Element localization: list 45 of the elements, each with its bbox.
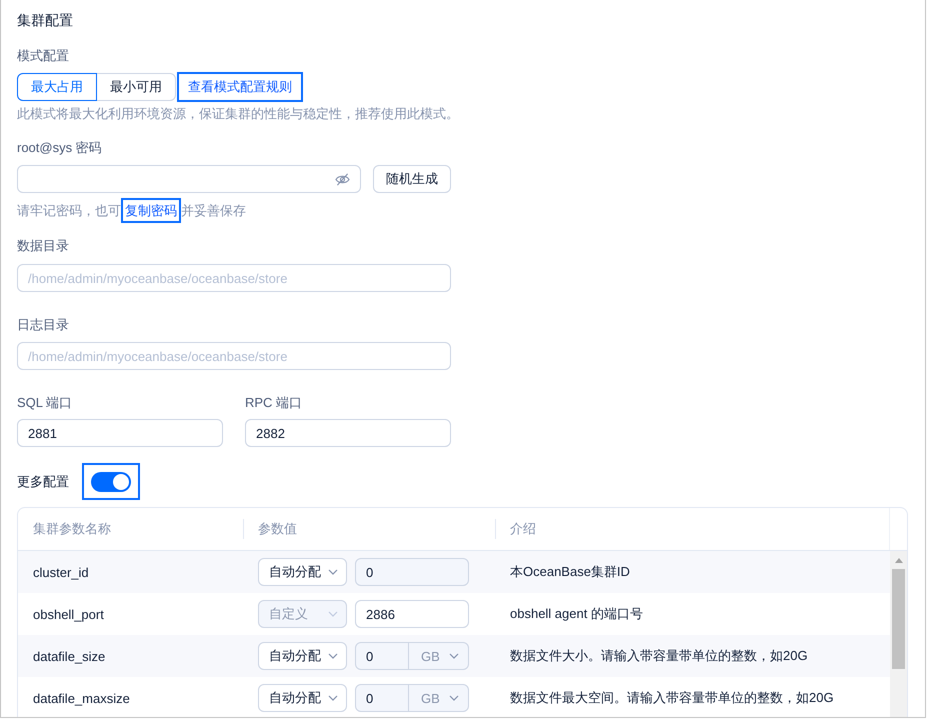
toggle-switch[interactable] xyxy=(91,472,131,492)
password-field[interactable] xyxy=(17,165,361,193)
rules-link[interactable]: 查看模式配置规则 xyxy=(177,72,303,102)
eye-slash-icon[interactable] xyxy=(335,172,350,186)
scrollbar-thumb[interactable] xyxy=(892,569,905,669)
port-field[interactable]: 2881 xyxy=(17,419,223,447)
parameter-description: obshell agent 的端口号 xyxy=(510,605,643,623)
chevron-down-icon xyxy=(449,695,459,701)
field-label: 模式配置 xyxy=(17,47,69,65)
chevron-down-icon xyxy=(328,653,338,659)
mode-select[interactable]: 自动分配 xyxy=(258,642,347,670)
copy-password-link[interactable]: 复制密码 xyxy=(121,198,181,223)
mode-option[interactable]: 最小可用 xyxy=(96,73,176,101)
parameter-description: 数据文件最大空间。请输入带容量带单位的整数，如20G xyxy=(510,689,834,707)
field-label: 数据目录 xyxy=(17,237,69,255)
parameter-name: obshell_port xyxy=(33,606,104,622)
chevron-down-icon xyxy=(328,611,338,617)
directory-field[interactable]: /home/admin/myoceanbase/oceanbase/store xyxy=(17,342,451,370)
field-label: RPC 端口 xyxy=(245,394,304,412)
column-header: 介绍 xyxy=(510,520,536,538)
column-header: 参数值 xyxy=(258,520,297,538)
parameter-name: datafile_size xyxy=(33,648,106,664)
scroll-up-arrow-icon[interactable] xyxy=(894,558,902,563)
parameter-name: datafile_maxsize xyxy=(33,690,130,706)
parameter-description: 本OceanBase集群ID xyxy=(510,563,630,581)
generate-button[interactable]: 随机生成 xyxy=(373,165,451,193)
chevron-down-icon xyxy=(328,695,338,701)
chevron-down-icon xyxy=(449,653,459,659)
value-field[interactable]: 2886 xyxy=(355,600,469,628)
mode-select[interactable]: 自动分配 xyxy=(258,558,347,586)
column-header: 集群参数名称 xyxy=(33,520,111,538)
section-title: 集群配置 xyxy=(17,11,73,30)
field-label: SQL 端口 xyxy=(17,394,74,412)
parameter-name: cluster_id xyxy=(33,564,89,580)
mode-select[interactable]: 自动分配 xyxy=(258,684,347,712)
field-label: root@sys 密码 xyxy=(17,139,102,157)
mode-description: 此模式将最大化利用环境资源，保证集群的性能与稳定性，推荐使用此模式。 xyxy=(17,105,459,123)
chevron-down-icon xyxy=(328,569,338,575)
scrollbar[interactable] xyxy=(890,551,907,717)
parameter-description: 数据文件大小。请输入带容量带单位的整数，如20G xyxy=(510,647,808,665)
mode-option[interactable]: 最大占用 xyxy=(17,73,97,101)
more-config-label: 更多配置 xyxy=(17,472,69,490)
field-label: 日志目录 xyxy=(17,316,69,334)
port-field[interactable]: 2882 xyxy=(245,419,451,447)
directory-field[interactable]: /home/admin/myoceanbase/oceanbase/store xyxy=(17,264,451,292)
